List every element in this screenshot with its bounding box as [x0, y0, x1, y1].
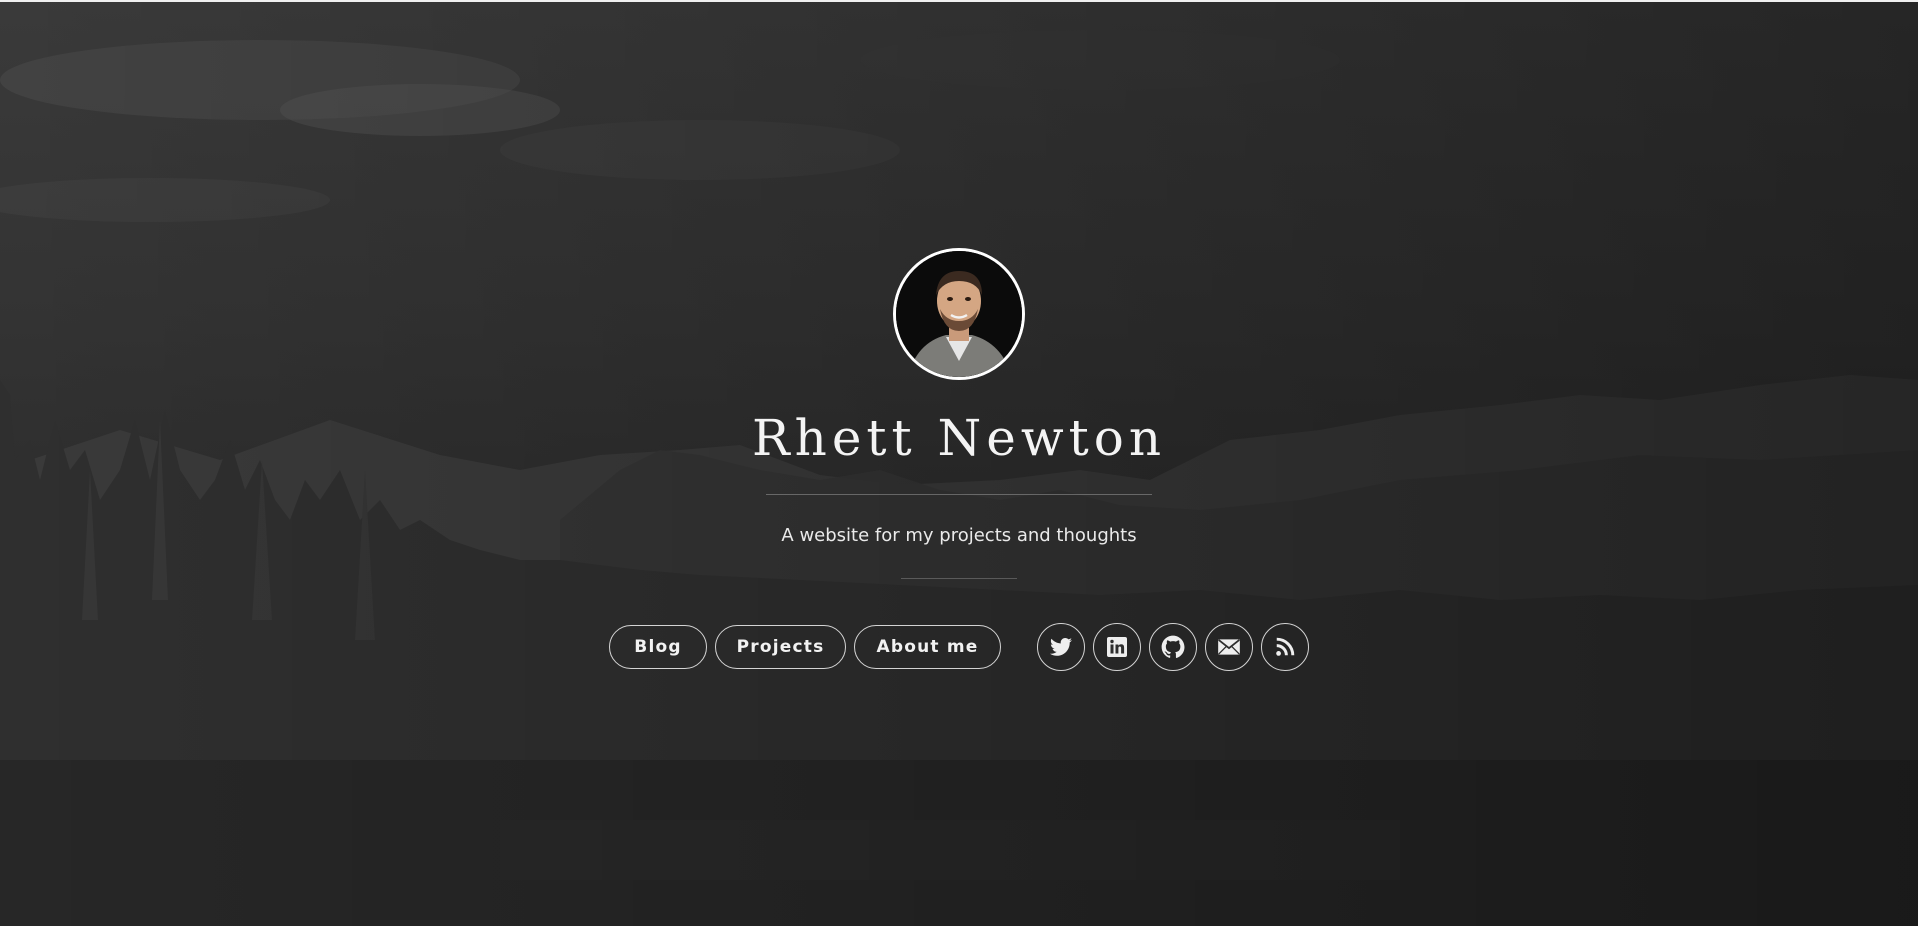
- avatar: [893, 248, 1025, 380]
- site-tagline: A website for my projects and thoughts: [781, 525, 1137, 546]
- navigation-bar: Blog Projects About me: [609, 623, 1309, 671]
- twitter-link[interactable]: [1037, 623, 1085, 671]
- tagline-divider: [901, 578, 1017, 579]
- rss-link[interactable]: [1261, 623, 1309, 671]
- email-icon: [1218, 639, 1240, 655]
- linkedin-link[interactable]: [1093, 623, 1141, 671]
- github-icon: [1161, 635, 1185, 658]
- top-border: [0, 0, 1918, 2]
- title-divider: [766, 494, 1152, 495]
- nav-about-button[interactable]: About me: [854, 625, 1001, 669]
- nav-projects-button[interactable]: Projects: [715, 625, 846, 669]
- site-title: Rhett Newton: [751, 409, 1167, 467]
- github-link[interactable]: [1149, 623, 1197, 671]
- rss-icon: [1276, 637, 1295, 656]
- nav-blog-button[interactable]: Blog: [609, 625, 707, 669]
- email-link[interactable]: [1205, 623, 1253, 671]
- avatar-photo: [896, 251, 1022, 377]
- linkedin-icon: [1107, 637, 1127, 657]
- twitter-icon: [1050, 638, 1072, 656]
- hero-content: Rhett Newton A website for my projects a…: [0, 248, 1918, 671]
